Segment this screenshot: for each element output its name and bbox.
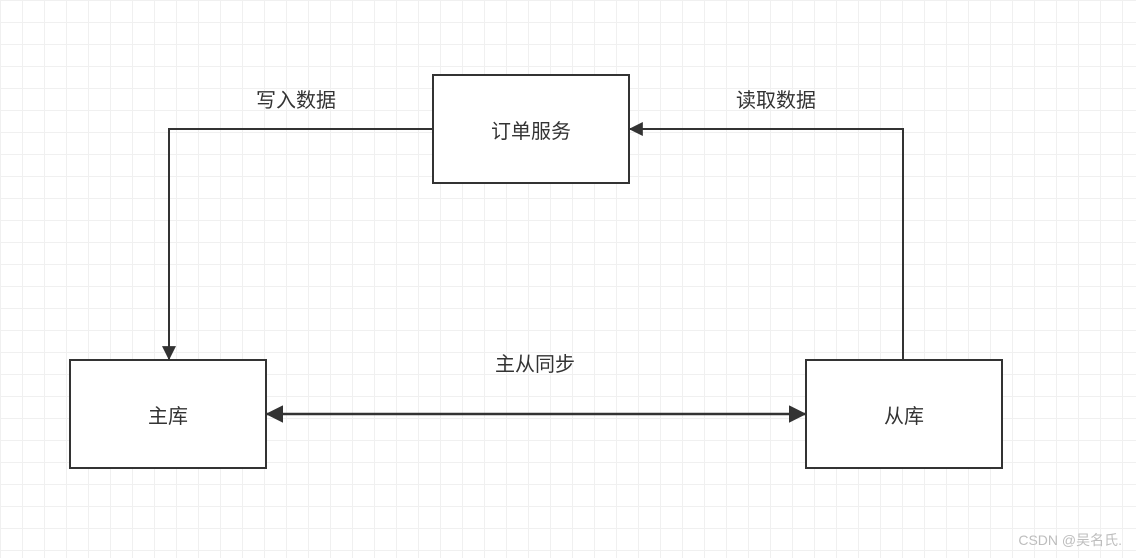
node-slave-db-label: 从库 — [884, 400, 924, 429]
node-master-db: 主库 — [69, 359, 267, 469]
edge-label-sync: 主从同步 — [495, 348, 575, 377]
edge-write — [169, 129, 432, 359]
watermark: CSDN @吴名氏. — [1018, 530, 1122, 550]
node-order-service: 订单服务 — [432, 74, 630, 184]
node-slave-db: 从库 — [805, 359, 1003, 469]
node-order-service-label: 订单服务 — [491, 115, 571, 144]
edge-label-write: 写入数据 — [256, 84, 336, 113]
edge-label-read: 读取数据 — [736, 84, 816, 113]
node-master-db-label: 主库 — [148, 400, 188, 429]
edge-read — [630, 129, 903, 359]
